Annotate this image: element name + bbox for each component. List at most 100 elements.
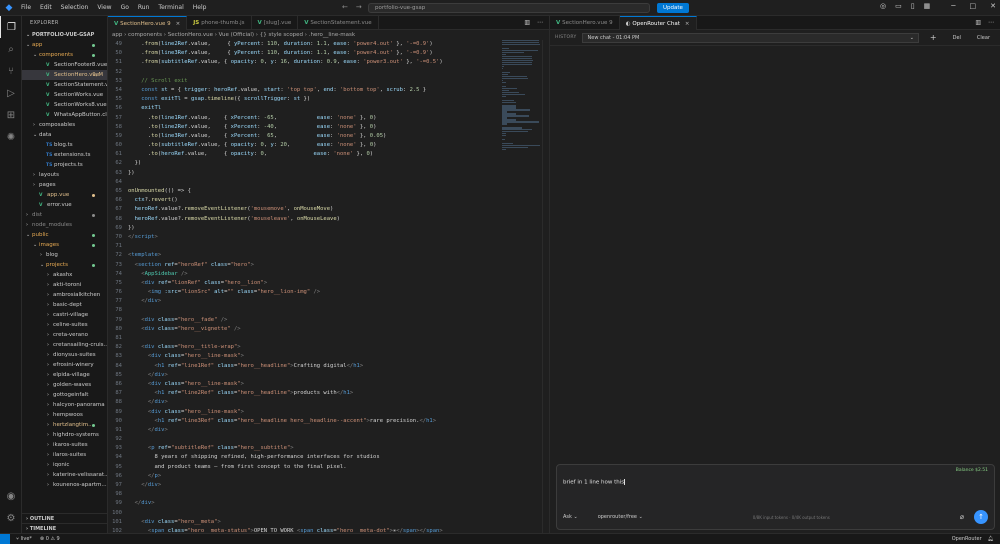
menu-item-go[interactable]: Go	[121, 4, 129, 11]
chat-history-select[interactable]: New chat - 01:04 PM ⌄	[581, 32, 919, 43]
chat-input-field[interactable]: brief in 1 line how this	[563, 479, 626, 486]
tree-item[interactable]: V WhatsAppButton.cli...	[22, 110, 107, 120]
tree-item[interactable]: › basic-dept	[22, 300, 107, 310]
tree-item[interactable]: › celine-suites	[22, 320, 107, 330]
code-line[interactable]: 61 .to(heroRef.value, { opacity: 0, ease…	[108, 150, 500, 159]
code-line[interactable]: 66 ctx?.revert()	[108, 196, 500, 205]
code-line[interactable]: 93 <p ref="subtitleRef" class="hero__sub…	[108, 444, 500, 453]
code-line[interactable]: 49 .from(line2Ref.value, { yPercent: 110…	[108, 40, 500, 49]
copilot-icon[interactable]: ◎	[880, 2, 886, 10]
minimize-icon[interactable]: ─	[951, 2, 955, 10]
code-line[interactable]: 50 .from(line3Ref.value, { yPercent: 110…	[108, 49, 500, 58]
tab[interactable]: V SectionHero.vue 9 ×	[108, 16, 188, 30]
tree-item[interactable]: › akashx	[22, 270, 107, 280]
code-line[interactable]: 76 <img :src="lionSrc" alt="" class="her…	[108, 288, 500, 297]
chat-composer[interactable]: Balance $2.51 brief in 1 line how this A…	[556, 464, 995, 530]
tree-item[interactable]: TS blog.ts	[22, 140, 107, 150]
tree-item[interactable]: ⌄ data	[22, 130, 107, 140]
code-line[interactable]: 79 <div class="hero__fade" />	[108, 316, 500, 325]
forward-arrow-icon[interactable]: →	[356, 3, 362, 11]
tree-item[interactable]: › castri-village	[22, 310, 107, 320]
tree-item[interactable]: V SectionFooter8.vue	[22, 60, 107, 70]
tree-item[interactable]: › composables	[22, 120, 107, 130]
tree-item[interactable]: › highdro-systems	[22, 430, 107, 440]
tree-item[interactable]: TS projects.ts	[22, 160, 107, 170]
command-center-search[interactable]: portfolio-vue-gsap	[368, 3, 650, 13]
split-editor-icon[interactable]: ▥	[524, 19, 530, 26]
code-line[interactable]: 73 <section ref="heroRef" class="hero">	[108, 261, 500, 270]
code-line[interactable]: 55 const exitTl = gsap.timeline({ scroll…	[108, 95, 500, 104]
tree-item[interactable]: › blog	[22, 250, 107, 260]
tab[interactable]: JS phone-thumb.js	[187, 16, 252, 30]
close-tab-icon[interactable]: ×	[176, 21, 181, 27]
panel-toggle-icon[interactable]: ▭	[895, 2, 902, 10]
run-debug-icon[interactable]: ▷	[0, 82, 22, 104]
more-icon[interactable]: ⋯	[988, 19, 994, 26]
sidebar-toggle-icon[interactable]: ▯	[911, 2, 915, 10]
mode-dropdown[interactable]: Ask ⌄	[563, 514, 578, 520]
tree-item[interactable]: › golden-waves	[22, 380, 107, 390]
code-line[interactable]: 78	[108, 306, 500, 315]
code-line[interactable]: 95 and product teams — from first concep…	[108, 463, 500, 472]
tree-item[interactable]: › halcyon-panorama	[22, 400, 107, 410]
code-line[interactable]: 69})	[108, 224, 500, 233]
breadcrumb[interactable]: app › components › SectionHero.vue › Vue…	[108, 30, 549, 40]
code-line[interactable]: 72 <template>	[108, 251, 500, 260]
code-line[interactable]: 91 </div>	[108, 426, 500, 435]
new-chat-button[interactable]: +	[925, 33, 942, 43]
code-line[interactable]: 67 heroRef.value?.removeEventListener('m…	[108, 205, 500, 214]
code-line[interactable]: 100	[108, 509, 500, 518]
menu-item-selection[interactable]: Selection	[61, 4, 89, 11]
menu-item-help[interactable]: Help	[193, 4, 207, 11]
code-line[interactable]: 85 </div>	[108, 371, 500, 380]
tree-item[interactable]: › gottogeinfalt	[22, 390, 107, 400]
code-line[interactable]: 86 <div class="hero__line-mask">	[108, 380, 500, 389]
code-line[interactable]: 101 <div class="hero__meta">	[108, 518, 500, 527]
account-icon[interactable]: ◉	[0, 485, 22, 507]
code-line[interactable]: 90 <h1 ref="line3Ref" class="hero__headl…	[108, 417, 500, 426]
tree-item[interactable]: › ilaros-suites	[22, 450, 107, 460]
notifications-bell-icon[interactable]: 🔔︎	[988, 536, 994, 542]
tree-item[interactable]: › iqonic	[22, 460, 107, 470]
update-button[interactable]: Update	[657, 3, 689, 13]
tree-item[interactable]: › creta-verano	[22, 330, 107, 340]
timeline-section[interactable]: › TIMELINE	[22, 523, 107, 533]
send-button[interactable]: ↑	[974, 510, 988, 524]
openrouter-icon[interactable]: ✺	[0, 126, 22, 148]
code-line[interactable]: 87 <h1 ref="line2Ref" class="hero__headl…	[108, 389, 500, 398]
code-line[interactable]: 98	[108, 490, 500, 499]
tree-item[interactable]: › efrosini-winery	[22, 360, 107, 370]
close-tab-icon[interactable]: ×	[685, 21, 690, 27]
code-line[interactable]: 80 <div class="hero__vignette" />	[108, 325, 500, 334]
minimap[interactable]	[502, 40, 542, 200]
menu-item-run[interactable]: Run	[138, 4, 150, 11]
code-line[interactable]: 92	[108, 435, 500, 444]
outline-section[interactable]: › OUTLINE	[22, 513, 107, 523]
tree-item[interactable]: ⌄ projects	[22, 260, 107, 270]
explorer-icon[interactable]: ❐	[0, 16, 22, 38]
code-line[interactable]: 56 exitTl	[108, 104, 500, 113]
layout-icon[interactable]: ▦	[924, 2, 931, 10]
code-line[interactable]: 53 // Scroll exit	[108, 77, 500, 86]
tree-item[interactable]: Verror.vue	[22, 200, 107, 210]
code-line[interactable]: 57 .to(line1Ref.value, { xPercent: -65, …	[108, 114, 500, 123]
code-line[interactable]: 59 .to(line3Ref.value, { xPercent: 65, e…	[108, 132, 500, 141]
tree-item[interactable]: › akti-toroni	[22, 280, 107, 290]
tree-item[interactable]: › layouts	[22, 170, 107, 180]
tree-item[interactable]: › ambrosialkitchen	[22, 290, 107, 300]
tree-item[interactable]: V SectionWorks8.vue	[22, 100, 107, 110]
tree-item[interactable]: › katerine-velissarat...	[22, 470, 107, 480]
remote-indicator-icon[interactable]	[0, 533, 10, 544]
tab[interactable]: V [slug].vue	[252, 16, 299, 30]
tab[interactable]: ◐ OpenRouter Chat ×	[619, 16, 697, 30]
code-line[interactable]: 54 const st = { trigger: heroRef.value, …	[108, 86, 500, 95]
code-line[interactable]: 88 </div>	[108, 398, 500, 407]
tree-item[interactable]: › dist	[22, 210, 107, 220]
source-control-icon[interactable]: ⑂	[0, 60, 22, 82]
tree-item[interactable]: ⌄ app	[22, 40, 107, 50]
code-line[interactable]: 99 </div>	[108, 499, 500, 508]
code-line[interactable]: 68 heroRef.value?.removeEventListener('m…	[108, 215, 500, 224]
code-line[interactable]: 64	[108, 178, 500, 187]
tree-item[interactable]: V SectionStatement.vue	[22, 80, 107, 90]
menu-item-view[interactable]: View	[97, 4, 111, 11]
